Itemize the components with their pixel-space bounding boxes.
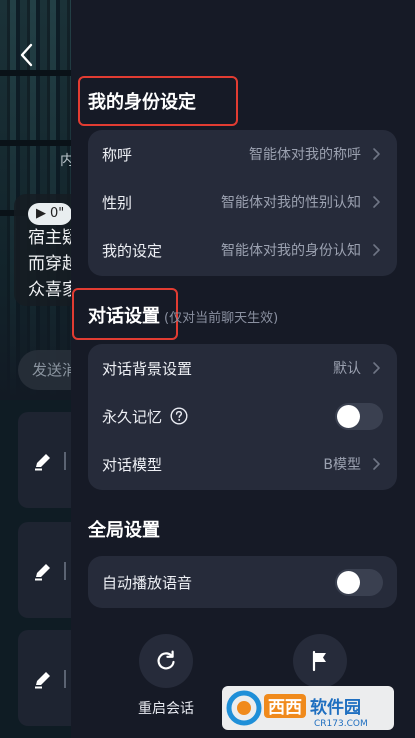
- row-label: 我的设定: [102, 241, 163, 260]
- toggle-knob: [337, 404, 360, 428]
- row-value: 智能体对我的性别认知: [221, 195, 361, 211]
- row-label: 对话背景设置: [102, 359, 193, 378]
- dialog-settings-card: 对话背景设置 默认 永久记忆 对话模型 B模型: [88, 344, 397, 490]
- divider: [64, 452, 66, 470]
- permanent-memory-row: 永久记忆: [88, 392, 397, 440]
- dialog-section-title: 对话设置 (仅对当前聊天生效): [88, 302, 278, 328]
- divider: [64, 562, 66, 580]
- autoplay-voice-row: 自动播放语音: [88, 558, 397, 606]
- chevron-right-icon: [369, 195, 383, 209]
- toggle-knob: [337, 570, 360, 594]
- dialog-scope-note: (仅对当前聊天生效): [164, 311, 279, 326]
- row-label: 自动播放语音: [102, 573, 193, 592]
- global-section-title: 全局设置: [88, 520, 160, 541]
- pen-icon: [32, 668, 54, 690]
- my-persona-row[interactable]: 我的设定 智能体对我的身份认知: [88, 226, 397, 274]
- restart-session-button[interactable]: 重启会话: [121, 634, 211, 718]
- row-value: B模型: [323, 457, 361, 473]
- global-settings-card: 自动播放语音: [88, 556, 397, 608]
- svg-text:西西: 西西: [268, 698, 302, 718]
- identity-card: 称呼 智能体对我的称呼 性别 智能体对我的性别认知 我的设定 智能体对我的身份认…: [88, 130, 397, 276]
- settings-drawer: 我的身份设定 称呼 智能体对我的称呼 性别 智能体对我的性别认知 我的设定 智能…: [71, 0, 415, 738]
- pen-icon: [32, 560, 54, 582]
- voice-duration: 0": [50, 206, 65, 221]
- dialog-background-row[interactable]: 对话背景设置 默认: [88, 344, 397, 392]
- svg-text:软件园: 软件园: [310, 697, 361, 718]
- chevron-right-icon: [369, 147, 383, 161]
- dialog-title-text: 对话设置: [88, 306, 160, 327]
- row-label: 性别: [102, 193, 133, 212]
- chevron-right-icon: [369, 361, 383, 375]
- gender-row[interactable]: 性别 智能体对我的性别认知: [88, 178, 397, 226]
- watermark-logo: 西西 软件园 CR173.COM: [222, 686, 394, 730]
- question-circle-icon[interactable]: [170, 407, 188, 425]
- back-arrow-icon[interactable]: [14, 40, 40, 70]
- row-label: 称呼: [102, 145, 133, 164]
- flag-icon: [293, 634, 347, 688]
- refresh-icon: [139, 634, 193, 688]
- chevron-right-icon: [369, 243, 383, 257]
- dialog-model-row[interactable]: 对话模型 B模型: [88, 440, 397, 488]
- row-value: 智能体对我的称呼: [249, 147, 361, 163]
- row-value: 默认: [333, 361, 361, 377]
- voice-play-button[interactable]: ▶ 0": [28, 202, 73, 225]
- svg-text:CR173.COM: CR173.COM: [314, 719, 368, 729]
- chevron-right-icon: [369, 457, 383, 471]
- identity-section-title: 我的身份设定: [88, 92, 196, 113]
- restart-session-label: 重启会话: [138, 701, 194, 717]
- autoplay-voice-toggle[interactable]: [335, 568, 383, 596]
- divider: [64, 670, 66, 688]
- pen-icon: [32, 450, 54, 472]
- row-label: 对话模型: [102, 455, 163, 474]
- row-value: 智能体对我的身份认知: [221, 243, 361, 259]
- row-label: 永久记忆: [102, 407, 163, 426]
- permanent-memory-toggle[interactable]: [335, 402, 383, 430]
- play-icon: ▶: [36, 206, 46, 221]
- nickname-row[interactable]: 称呼 智能体对我的称呼: [88, 130, 397, 178]
